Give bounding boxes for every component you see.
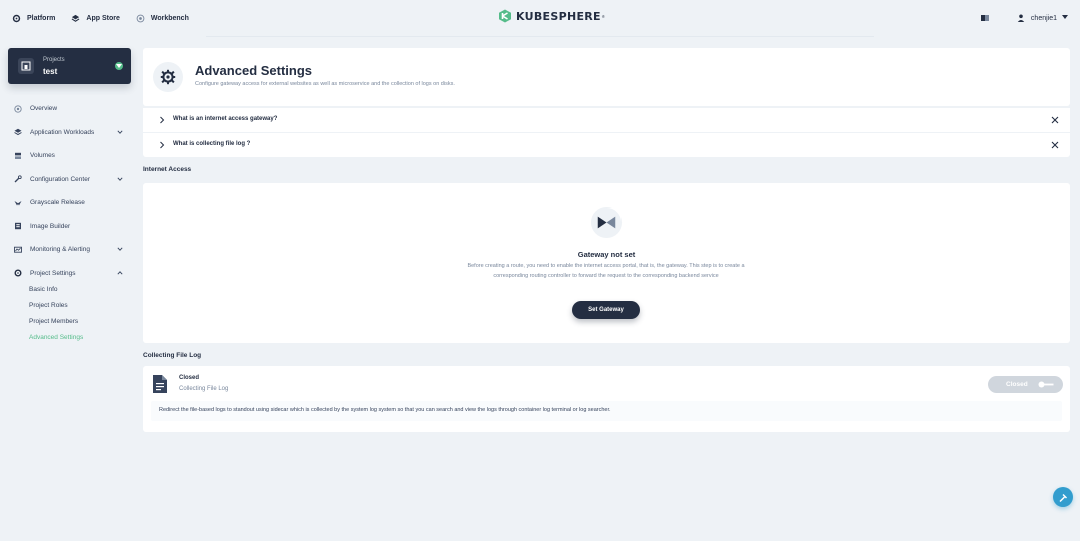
hammer-icon (1058, 493, 1067, 502)
sidebar-item-label: Volumes (30, 152, 55, 160)
logo-trademark: ® (601, 13, 605, 19)
project-switch-icon[interactable] (115, 62, 123, 70)
file-log-name: Collecting File Log (179, 386, 229, 392)
faq-item-gateway[interactable]: What is an internet access gateway? (143, 108, 1070, 132)
submenu-item-project-members[interactable]: Project Members (29, 314, 83, 330)
sidebar-item-monitoring-alerting[interactable]: Monitoring & Alerting (14, 238, 126, 262)
gateway-empty-description: Before creating a route, you need to ena… (467, 263, 745, 279)
sidebar-item-volumes[interactable]: Volumes (14, 144, 126, 168)
sidebar-item-label: Monitoring & Alerting (30, 246, 90, 254)
sidebar-item-overview[interactable]: Overview (14, 97, 126, 121)
file-log-panel: Closed Collecting File Log Closed Redire… (143, 366, 1070, 432)
gear-icon (12, 14, 21, 23)
file-log-description: Redirect the file-based logs to standout… (159, 407, 611, 413)
username: chenjie1 (1030, 14, 1057, 22)
settings-icon (14, 269, 22, 277)
nav-workbench[interactable]: Workbench (136, 14, 189, 23)
file-log-toggle[interactable]: Closed (988, 376, 1063, 393)
nav-workbench-label: Workbench (150, 14, 189, 22)
top-bar: Platform App Store Workbench KUBESPHERE ® (0, 0, 1080, 36)
set-gateway-button[interactable]: Set Gateway (572, 301, 640, 319)
logo-text: KUBESPHERE (516, 9, 601, 23)
key-icon (1038, 381, 1054, 388)
target-icon (136, 14, 145, 23)
chevron-right-icon (160, 116, 165, 124)
page-title: Advanced Settings (195, 63, 313, 78)
faq-item-file-log[interactable]: What is collecting file log ? (143, 133, 1070, 157)
sidebar-menu: Overview Application Workloads Volumes C… (14, 97, 126, 285)
submenu-item-basic-info[interactable]: Basic Info (29, 282, 83, 298)
nav-platform-label: Platform (27, 14, 56, 22)
faq-question: What is collecting file log ? (173, 141, 251, 147)
gateway-empty-title: Gateway not set (577, 250, 636, 259)
chevron-down-icon (1062, 15, 1068, 21)
project-label: Projects (43, 57, 65, 63)
sidebar-item-label: Application Workloads (30, 128, 95, 136)
kubesphere-logo[interactable]: KUBESPHERE ® (498, 9, 605, 23)
sidebar-item-label: Overview (30, 105, 58, 113)
docs-icon[interactable] (980, 15, 989, 21)
wrench-icon (14, 175, 22, 183)
project-settings-submenu: Basic Info Project Roles Project Members… (29, 282, 83, 346)
file-log-description-bar: Redirect the file-based logs to standout… (151, 401, 1062, 421)
storage-icon (14, 152, 22, 160)
file-log-state: Closed (179, 375, 200, 381)
chevron-down-icon (117, 129, 123, 134)
overview-icon (14, 105, 22, 113)
toggle-label: Closed (1006, 381, 1028, 388)
monitor-icon (14, 246, 22, 254)
page-description: Configure gateway access for external we… (195, 81, 455, 87)
box-icon (71, 14, 80, 23)
kubesphere-logo-icon (499, 9, 511, 23)
sidebar-item-label: Project Settings (30, 269, 76, 277)
nav-app-store-label: App Store (86, 14, 120, 22)
file-icon (153, 375, 167, 393)
internet-access-panel: Gateway not set Before creating a route,… (143, 183, 1070, 343)
appstack-icon (14, 128, 22, 136)
sidebar-item-application-workloads[interactable]: Application Workloads (14, 121, 126, 145)
page-header: Advanced Settings Configure gateway acce… (143, 48, 1070, 106)
sidebar-item-grayscale-release[interactable]: Grayscale Release (14, 191, 126, 215)
chevron-right-icon (160, 141, 165, 149)
chevron-up-icon (117, 270, 123, 275)
project-selector[interactable]: Projects test (8, 48, 131, 84)
chevron-down-icon (117, 176, 123, 181)
section-title-internet-access: Internet Access (143, 166, 192, 173)
sidebar-item-image-builder[interactable]: Image Builder (14, 215, 126, 239)
sidebar-item-label: Image Builder (30, 222, 71, 230)
gear-icon (153, 62, 183, 92)
project-name: test (43, 67, 58, 76)
nav-platform[interactable]: Platform (12, 14, 55, 23)
submenu-item-advanced-settings[interactable]: Advanced Settings (29, 330, 83, 346)
sidebar-item-label: Grayscale Release (30, 199, 85, 207)
section-title-file-log: Collecting File Log (143, 352, 202, 359)
sidebar-item-label: Configuration Center (30, 175, 90, 183)
bird-icon (14, 199, 22, 207)
image-builder-icon (14, 222, 22, 230)
faq-question: What is an internet access gateway? (173, 116, 278, 122)
nav-app-store[interactable]: App Store (71, 14, 120, 23)
top-right-tools: chenjie1 (980, 0, 1068, 36)
chevron-down-icon (117, 247, 123, 251)
gateway-icon (590, 206, 623, 239)
sidebar-item-configuration-center[interactable]: Configuration Center (14, 168, 126, 192)
top-divider (206, 36, 874, 37)
user-menu[interactable]: chenjie1 (1017, 14, 1068, 22)
close-icon[interactable] (1050, 115, 1060, 125)
toolbox-button[interactable] (1053, 487, 1073, 507)
user-icon (1017, 14, 1025, 22)
project-icon (18, 58, 34, 74)
close-icon[interactable] (1050, 140, 1060, 150)
submenu-item-project-roles[interactable]: Project Roles (29, 298, 83, 314)
top-nav: Platform App Store Workbench (12, 0, 205, 36)
